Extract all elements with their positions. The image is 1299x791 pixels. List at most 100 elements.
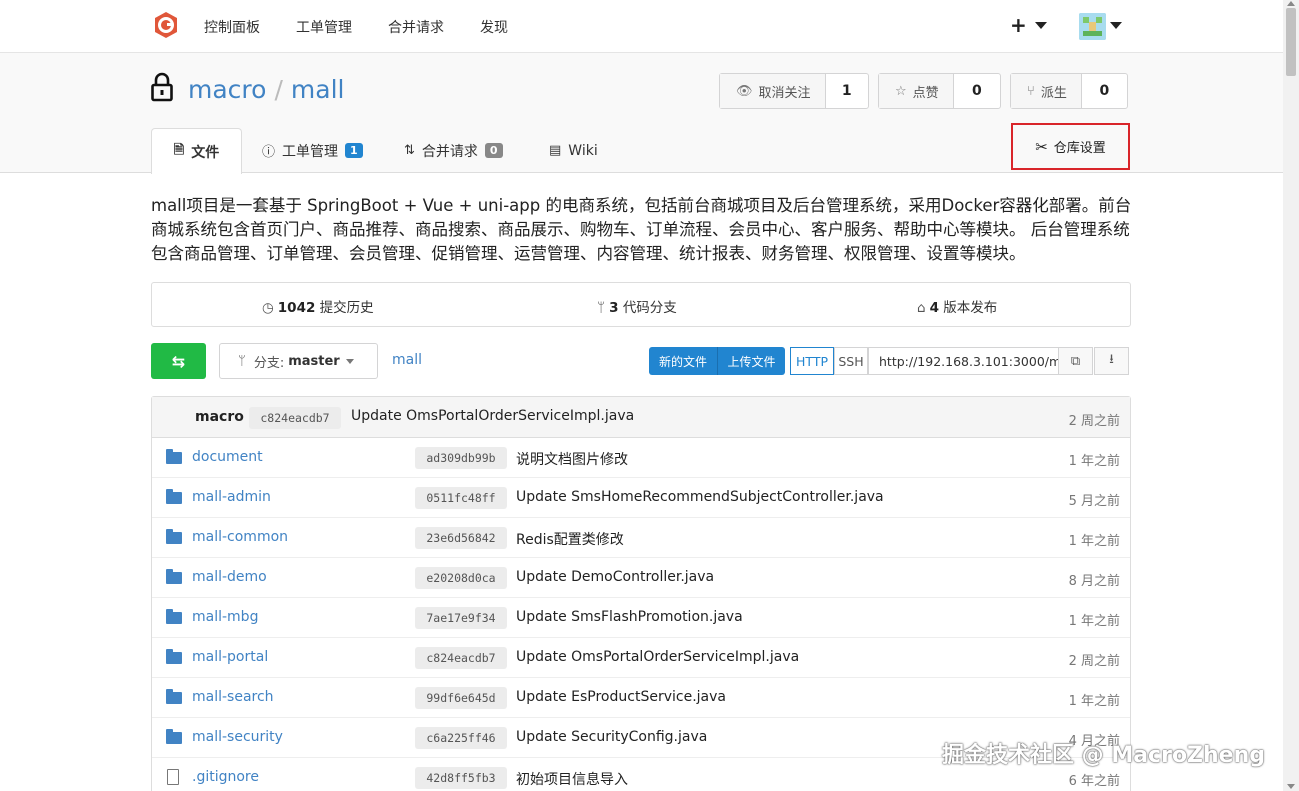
branch-name: master — [288, 353, 340, 369]
commit-sha-link[interactable]: c824eacdb7 — [415, 647, 507, 669]
breadcrumb-repo-link[interactable]: mall — [392, 352, 422, 368]
commit-sha-link[interactable]: 0511fc48ff — [415, 487, 507, 509]
file-name-link[interactable]: mall-portal — [192, 649, 268, 665]
commit-age: 5 月之前 — [1068, 494, 1120, 509]
folder-icon — [166, 729, 182, 744]
commit-sha-link[interactable]: e20208d0ca — [415, 567, 507, 589]
copy-url-button[interactable]: ⧉ — [1058, 347, 1093, 375]
commit-message[interactable]: Update OmsPortalOrderServiceImpl.java — [516, 649, 799, 665]
commit-message[interactable]: Redis配置类修改 — [516, 529, 624, 549]
scroll-down-arrow-icon[interactable] — [1287, 784, 1295, 789]
commit-sha-link[interactable]: 7ae17e9f34 — [415, 607, 507, 629]
clone-url-input[interactable]: http://192.168.3.101:3000/macro/mall.git — [868, 347, 1060, 375]
tab-pulls-label: 合并请求 — [421, 143, 478, 160]
tab-wiki[interactable]: ▤ Wiki — [549, 128, 598, 173]
create-new-plus-icon[interactable]: + — [1010, 13, 1027, 37]
tab-repo-settings[interactable]: ✂ 仓库设置 — [1011, 123, 1130, 170]
top-navbar: 控制面板 工单管理 合并请求 发现 + — [0, 0, 1283, 53]
commits-count: 1042 — [277, 300, 316, 316]
watermark: 掘金技术社区 @ MacroZheng — [942, 743, 1266, 768]
folder-icon — [166, 609, 182, 624]
fork-count[interactable]: 0 — [1082, 74, 1127, 108]
commit-sha-link[interactable]: 99df6e645d — [415, 687, 507, 709]
file-row: mall-common 23e6d56842 Redis配置类修改 1 年之前 — [152, 518, 1130, 558]
nav-issues[interactable]: 工单管理 — [296, 17, 352, 37]
file-name-link[interactable]: mall-demo — [192, 569, 267, 585]
create-menu-caret-icon[interactable] — [1035, 22, 1047, 29]
star-count[interactable]: 0 — [954, 74, 1000, 108]
http-protocol-button[interactable]: HTTP — [790, 347, 834, 375]
download-button[interactable]: ⭳ — [1094, 347, 1129, 375]
latest-commit-message[interactable]: Update OmsPortalOrderServiceImpl.java — [351, 408, 634, 424]
scroll-up-arrow-icon[interactable] — [1287, 1, 1295, 6]
tab-files[interactable]: 🗎 文件 — [151, 128, 242, 174]
user-menu-caret-icon[interactable] — [1110, 22, 1122, 29]
repo-title: macro / mall — [188, 75, 344, 104]
latest-commit-header: macro c824eacdb7 Update OmsPortalOrderSe… — [152, 397, 1130, 438]
file-name-link[interactable]: document — [192, 449, 263, 465]
tab-pull-requests[interactable]: ⇅ 合并请求 0 — [404, 128, 503, 173]
gitea-logo-icon[interactable] — [152, 11, 180, 39]
tab-issues[interactable]: ⓘ 工单管理 1 — [262, 128, 363, 173]
nav-dashboard[interactable]: 控制面板 — [204, 17, 260, 37]
file-name-link[interactable]: mall-common — [192, 529, 288, 545]
fork-label[interactable]: ⑂ 派生 — [1011, 74, 1082, 108]
avatar-image-icon — [1079, 13, 1106, 40]
file-name-link[interactable]: .gitignore — [192, 769, 259, 785]
scroll-thumb[interactable] — [1286, 8, 1296, 76]
repo-stats-bar: ◷ 1042 提交历史 ᛘ3 代码分支 ⌂ 4 版本发布 — [151, 282, 1131, 327]
file-name-link[interactable]: mall-admin — [192, 489, 271, 505]
file-text-icon: 🗎 — [173, 142, 185, 158]
ssh-protocol-button[interactable]: SSH — [834, 347, 868, 375]
releases-stat[interactable]: ⌂ 4 版本发布 — [917, 296, 997, 316]
branch-prefix: 分支: — [253, 355, 285, 371]
commit-message[interactable]: Update SmsFlashPromotion.java — [516, 609, 743, 625]
user-avatar[interactable] — [1079, 13, 1106, 40]
commit-message[interactable]: Update EsProductService.java — [516, 689, 726, 705]
branches-count: 3 — [609, 300, 619, 316]
latest-commit-sha[interactable]: c824eacdb7 — [249, 407, 341, 429]
watch-button[interactable]: 👁 取消关注 1 — [719, 73, 869, 109]
star-label[interactable]: ☆ 点赞 — [879, 74, 954, 108]
commits-label: 提交历史 — [319, 300, 374, 316]
latest-commit-author[interactable]: macro — [195, 409, 244, 425]
commit-sha-link[interactable]: 42d8ff5fb3 — [415, 767, 507, 789]
file-row: mall-admin 0511fc48ff Update SmsHomeRecomm… — [152, 478, 1130, 518]
star-button[interactable]: ☆ 点赞 0 — [878, 73, 1001, 109]
watch-count[interactable]: 1 — [826, 74, 868, 108]
compare-button[interactable]: ⇆ — [151, 343, 206, 379]
commit-age: 2 周之前 — [1068, 654, 1120, 669]
releases-label: 版本发布 — [943, 300, 998, 316]
issues-count-badge: 1 — [345, 143, 363, 158]
commit-message[interactable]: 初始项目信息导入 — [516, 769, 628, 789]
repo-name-link[interactable]: mall — [291, 75, 345, 104]
commit-message[interactable]: Update SecurityConfig.java — [516, 729, 707, 745]
commit-sha-link[interactable]: c6a225ff46 — [415, 727, 507, 749]
fork-button[interactable]: ⑂ 派生 0 — [1010, 73, 1128, 109]
commit-message[interactable]: 说明文档图片修改 — [516, 449, 628, 469]
commit-sha-link[interactable]: ad309db99b — [415, 447, 507, 469]
nav-explore[interactable]: 发现 — [480, 17, 508, 37]
upload-file-button[interactable]: 上传文件 — [717, 347, 785, 375]
branches-label: 代码分支 — [622, 300, 677, 316]
commit-age: 1 年之前 — [1068, 454, 1120, 469]
vertical-scrollbar[interactable] — [1283, 0, 1299, 791]
star-label-text: 点赞 — [912, 85, 939, 101]
git-pull-request-icon: ⇅ — [404, 143, 415, 158]
file-name-link[interactable]: mall-mbg — [192, 609, 258, 625]
commit-message[interactable]: Update SmsHomeRecommendSubjectController… — [516, 489, 884, 505]
commit-sha-link[interactable]: 23e6d56842 — [415, 527, 507, 549]
repo-owner-link[interactable]: macro — [188, 75, 266, 104]
file-row: mall-mbg 7ae17e9f34 Update SmsFlashPromoti… — [152, 598, 1130, 638]
watch-label[interactable]: 👁 取消关注 — [720, 74, 826, 108]
star-icon: ☆ — [895, 83, 907, 99]
commit-message[interactable]: Update DemoController.java — [516, 569, 714, 585]
nav-pull-requests[interactable]: 合并请求 — [388, 17, 444, 37]
commits-stat[interactable]: ◷ 1042 提交历史 — [262, 296, 374, 316]
file-row: document ad309db99b 说明文档图片修改 1 年之前 — [152, 438, 1130, 478]
file-name-link[interactable]: mall-security — [192, 729, 283, 745]
new-file-button[interactable]: 新的文件 — [649, 347, 717, 375]
branches-stat[interactable]: ᛘ3 代码分支 — [597, 296, 677, 316]
branch-selector[interactable]: ᛘ 分支: master — [219, 343, 378, 379]
file-name-link[interactable]: mall-search — [192, 689, 274, 705]
